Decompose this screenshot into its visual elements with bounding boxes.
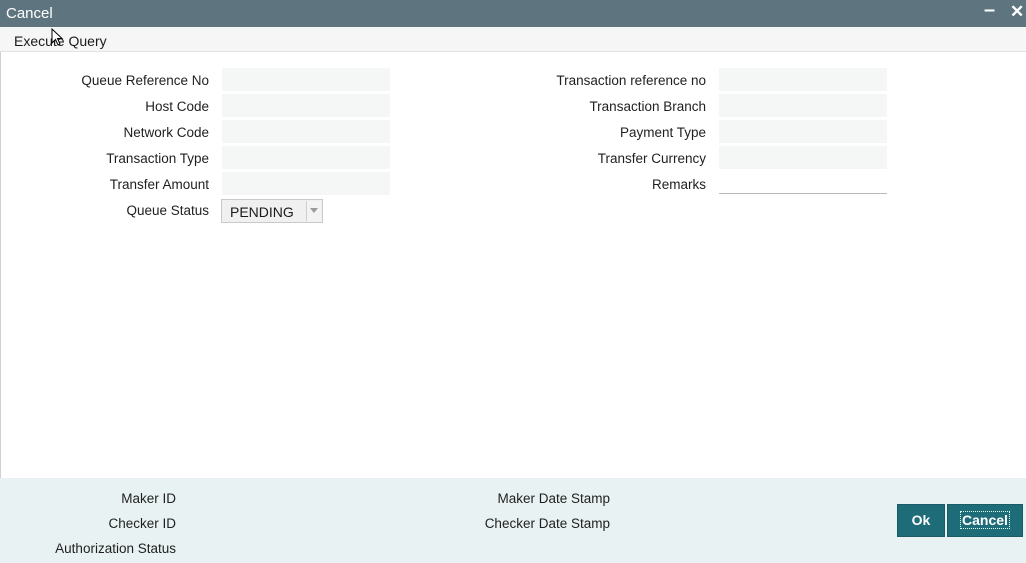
cancel-button-label: Cancel — [960, 511, 1010, 529]
transaction-branch-label: Transaction Branch — [589, 99, 706, 114]
network-code-field[interactable] — [222, 120, 390, 143]
queue-status-label: Queue Status — [126, 203, 209, 218]
payment-type-field[interactable] — [719, 120, 887, 143]
remarks-field[interactable] — [719, 171, 887, 194]
transaction-type-label: Transaction Type — [106, 151, 209, 166]
payment-type-label: Payment Type — [619, 125, 706, 140]
remarks-label: Remarks — [651, 177, 706, 192]
checker-date-stamp-label: Checker Date Stamp — [484, 516, 610, 531]
close-icon[interactable]: ✕ — [1010, 2, 1024, 22]
title-bar: Cancel – ✕ — [0, 0, 1026, 27]
transfer-amount-field[interactable] — [222, 172, 390, 195]
cancel-button[interactable]: Cancel — [947, 504, 1023, 537]
maker-date-stamp-label: Maker Date Stamp — [497, 491, 610, 506]
queue-status-select[interactable]: PENDING — [221, 199, 323, 223]
minimize-icon[interactable]: – — [984, 0, 995, 22]
form-area: Queue Reference No Host Code Network Cod… — [0, 52, 1026, 478]
network-code-label: Network Code — [123, 125, 209, 140]
mouse-pointer-icon — [51, 28, 64, 46]
checker-id-label: Checker ID — [108, 516, 176, 531]
host-code-field[interactable] — [222, 94, 390, 117]
dropdown-button[interactable] — [306, 201, 321, 221]
transaction-branch-field[interactable] — [719, 94, 887, 117]
host-code-label: Host Code — [145, 99, 209, 114]
window-title: Cancel — [6, 5, 53, 22]
transaction-type-field[interactable] — [222, 146, 390, 169]
ok-button[interactable]: Ok — [897, 504, 945, 537]
audit-footer: Maker ID Checker ID Authorization Status… — [0, 478, 1026, 563]
menu-bar: Execute Query — [0, 27, 1026, 52]
queue-status-value: PENDING — [230, 204, 294, 220]
authorization-status-label: Authorization Status — [55, 541, 176, 556]
chevron-down-icon — [310, 208, 318, 213]
queue-reference-no-field[interactable] — [222, 68, 390, 91]
transaction-reference-no-field[interactable] — [719, 68, 887, 91]
queue-reference-no-label: Queue Reference No — [81, 73, 209, 88]
transfer-currency-label: Transfer Currency — [597, 151, 706, 166]
maker-id-label: Maker ID — [121, 491, 176, 506]
transfer-currency-field[interactable] — [719, 146, 887, 169]
transaction-reference-no-label: Transaction reference no — [556, 73, 706, 88]
transfer-amount-label: Transfer Amount — [109, 177, 209, 192]
